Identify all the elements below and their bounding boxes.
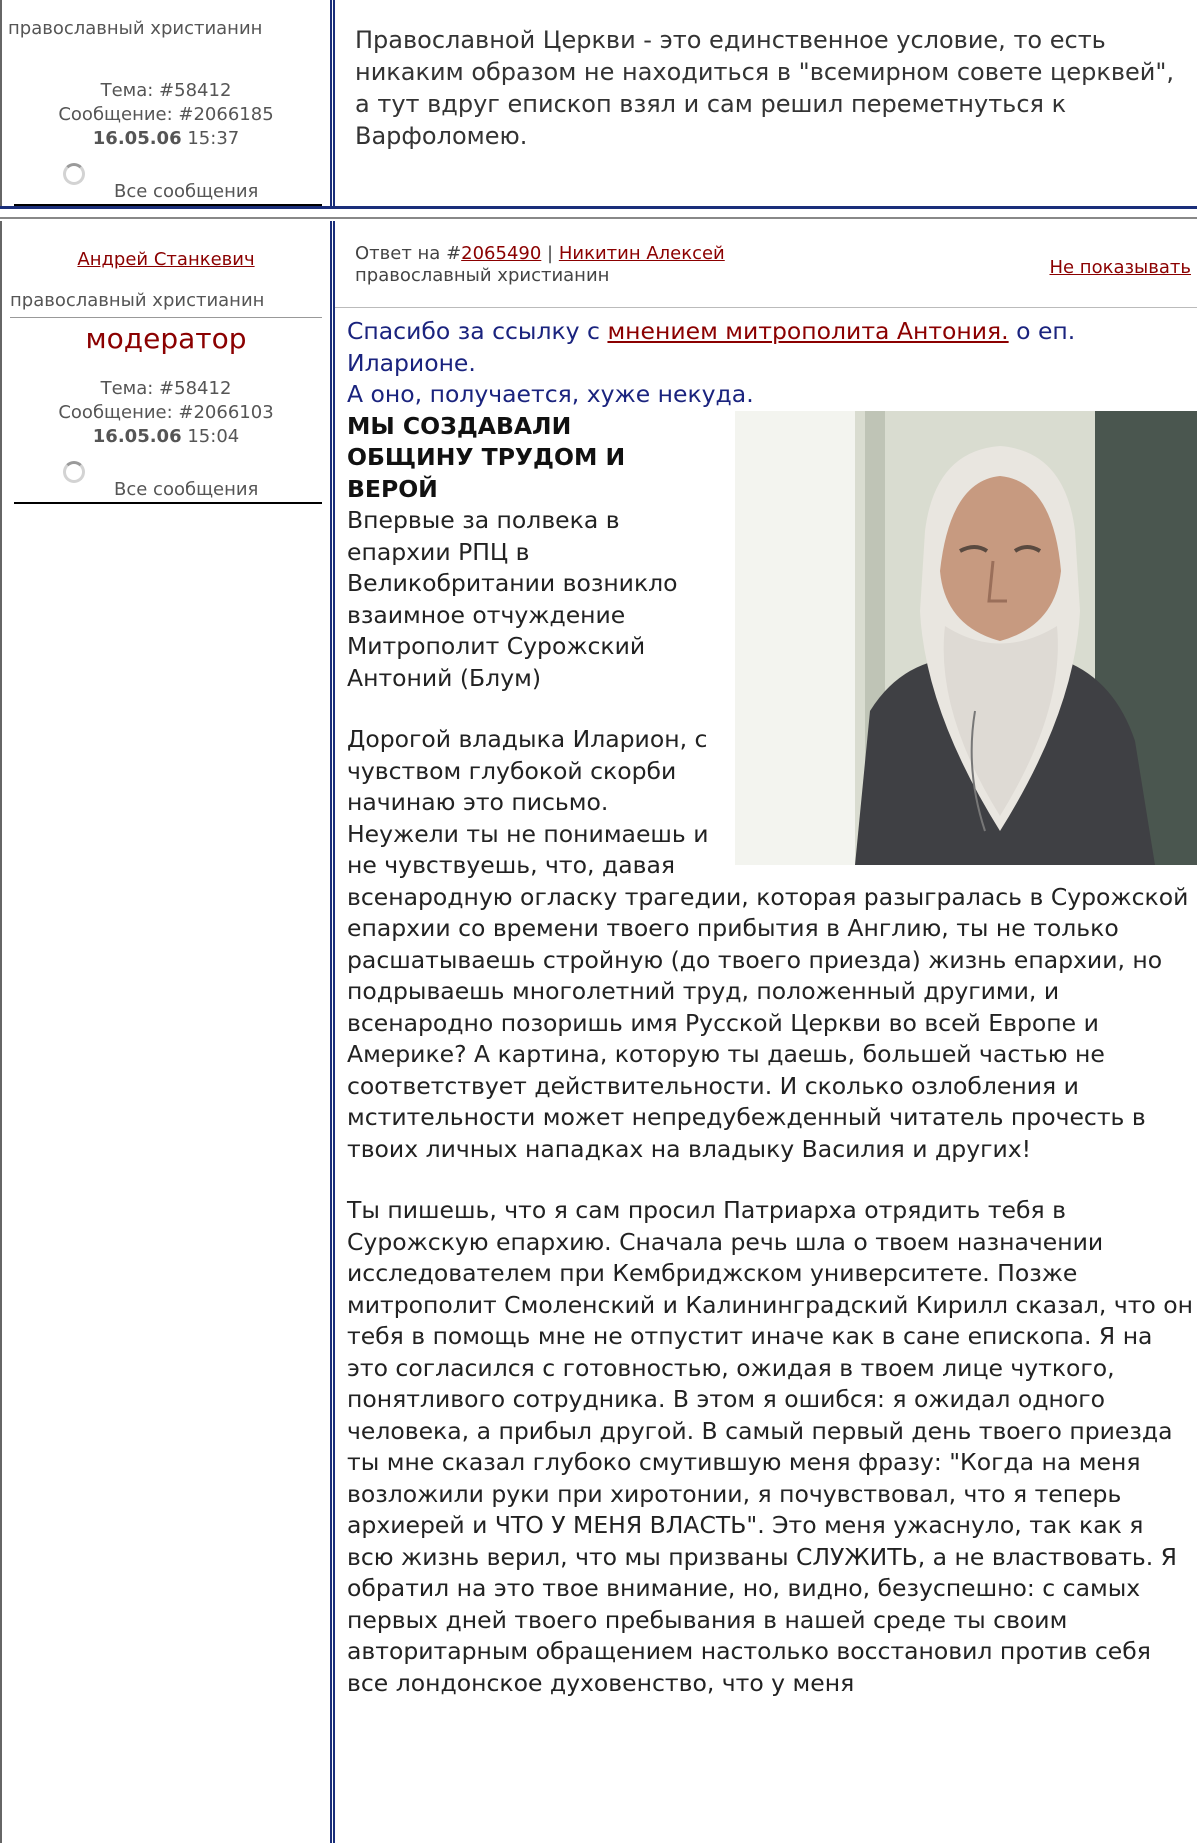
reply-prefix: Ответ на # [355,243,462,264]
author-name-link[interactable]: Андрей Станкевич [2,221,330,270]
article-byline: Митрополит Сурожский Антоний (Блум) [347,632,646,692]
post-date: 16.05.06 [92,426,182,447]
post-2-content: Ответ на #2065490 | Никитин Алексей прав… [333,221,1197,1843]
topic-id: Тема: #58412 [100,378,232,399]
topic-id: Тема: #58412 [100,80,232,101]
reply-author-link[interactable]: Никитин Алексей [559,243,725,264]
article-heading: МЫ СОЗДАВАЛИ ОБЩИНУ ТРУДОМ И ВЕРОЙ [347,411,626,503]
reply-to-message-link[interactable]: 2065490 [461,243,541,264]
reply-separator: | [541,243,559,264]
intro-before: Спасибо за ссылку с [347,317,608,345]
message-id: Сообщение: #2066103 [58,402,274,423]
post-2: Андрей Станкевич православный христианин… [0,221,1197,1843]
post-1-author-panel: православный христианин Тема: #58412 Соо… [0,0,335,206]
post-body-text: Православной Церкви - это единственное у… [355,26,1175,150]
author-rank: православный христианин [8,18,263,39]
metropolitan-photo [735,410,1197,865]
post-2-author-panel: Андрей Станкевич православный христианин… [0,221,335,1843]
post-1-body: Православной Церкви - это единственное у… [333,0,1197,206]
post-datetime: 16.05.06 15:37 [2,127,330,151]
post-time: 15:37 [187,128,240,149]
message-id: Сообщение: #2066185 [58,104,274,125]
all-messages-link[interactable]: Все сообщения [14,479,322,504]
all-messages-link[interactable]: Все сообщения [14,181,322,206]
intro-line-2: А оно, получается, хуже некуда. [347,380,754,408]
moderator-badge: модератор [85,322,247,355]
portrait-image [735,410,1197,865]
reply-author-rank: православный христианин [355,265,610,286]
post-date: 16.05.06 [92,128,182,149]
hide-post-link[interactable]: Не показывать [1049,257,1191,278]
post-separator [0,206,1197,219]
post-time: 15:04 [187,426,240,447]
post-body: Спасибо за ссылку с мнением митрополита … [335,308,1197,1699]
post-datetime: 16.05.06 15:04 [2,425,330,449]
article-subtitle: Впервые за полвека в епархии РПЦ в Велик… [347,506,678,629]
letter-paragraph-2: Ты пишешь, что я сам просил Патриарха от… [347,1196,1194,1697]
metropolitan-opinion-link[interactable]: мнением митрополита Антония. [607,317,1008,345]
intro-text: Спасибо за ссылку с мнением митрополита … [347,316,1197,379]
reply-info-bar: Ответ на #2065490 | Никитин Алексей прав… [335,221,1197,299]
author-rank: православный христианин [10,270,322,318]
post-1: православный христианин Тема: #58412 Соо… [0,0,1197,206]
